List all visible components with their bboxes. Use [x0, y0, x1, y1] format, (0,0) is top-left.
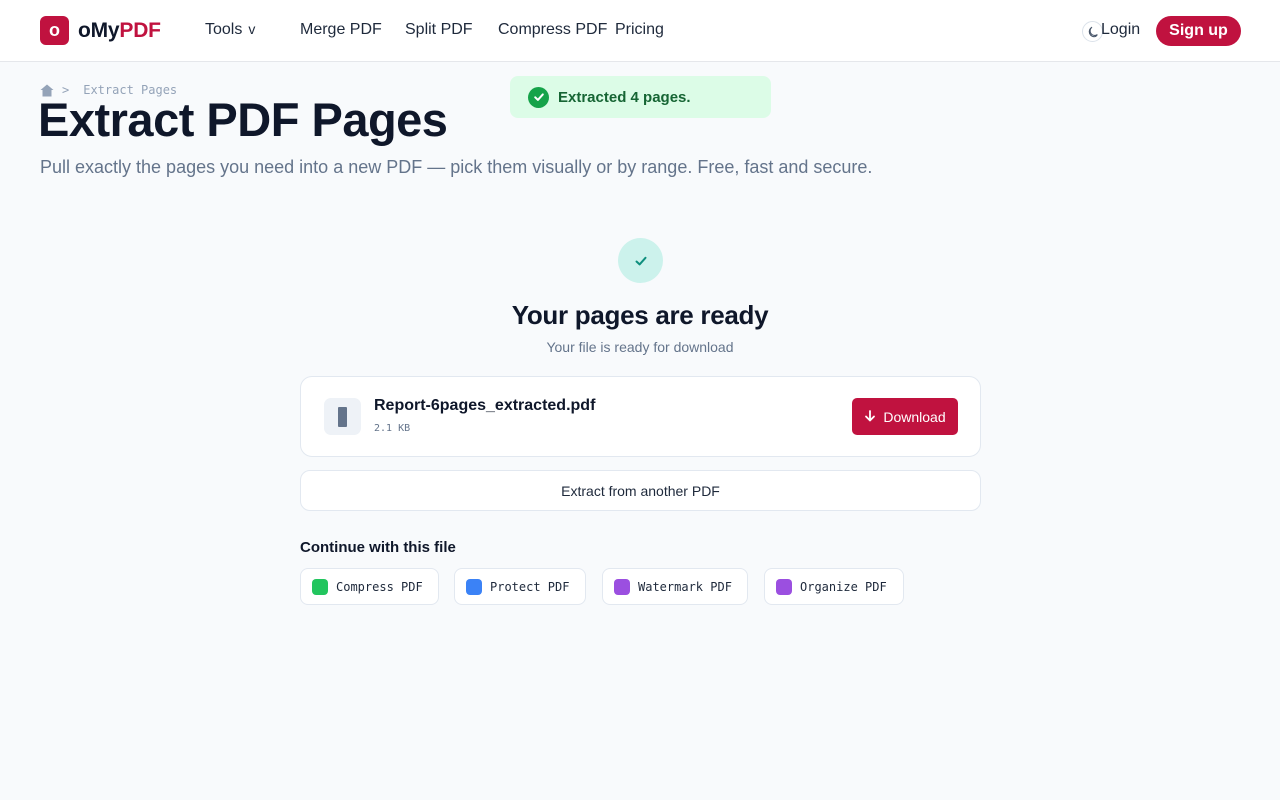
- theme-toggle-button[interactable]: [1082, 21, 1103, 42]
- logo-text: oMyPDF: [78, 19, 161, 43]
- continue-organize-pdf[interactable]: Organize PDF: [764, 568, 904, 605]
- file-size: 2.1 KB: [374, 423, 411, 434]
- file-name: Report-6pages_extracted.pdf: [374, 397, 596, 414]
- compress-tool-icon: [312, 578, 328, 595]
- nav-pricing[interactable]: Pricing: [615, 21, 664, 39]
- result-file-card: Report-6pages_extracted.pdf 2.1 KB Downl…: [300, 376, 981, 457]
- toast-message: Extracted 4 pages.: [558, 88, 691, 106]
- continue-compress-pdf[interactable]: Compress PDF: [300, 568, 439, 605]
- continue-watermark-pdf[interactable]: Watermark PDF: [602, 568, 748, 605]
- file-icon: [324, 398, 361, 435]
- continue-tool-label: Protect PDF: [490, 579, 570, 594]
- nav-split-pdf[interactable]: Split PDF: [405, 21, 473, 39]
- success-indicator: [618, 238, 663, 283]
- check-icon: [635, 256, 646, 265]
- page-subtitle: Pull exactly the pages you need into a n…: [40, 157, 873, 177]
- logo-link[interactable]: o oMyPDF: [40, 16, 161, 45]
- continue-heading: Continue with this file: [300, 539, 456, 556]
- continue-tool-label: Organize PDF: [800, 579, 887, 594]
- watermark-tool-icon: [614, 578, 630, 595]
- result-subtitle: Your file is ready for download: [546, 339, 734, 355]
- extract-another-button[interactable]: Extract from another PDF: [300, 470, 981, 511]
- page-title: Extract PDF Pages: [38, 93, 448, 146]
- top-navbar: o oMyPDF Tools v Merge PDF Split PDF Comp…: [0, 0, 1280, 62]
- download-button[interactable]: Download: [852, 398, 958, 435]
- logo-text-part1: oMy: [78, 18, 120, 42]
- nav-merge-pdf[interactable]: Merge PDF: [300, 21, 382, 39]
- continue-tool-label: Compress PDF: [336, 579, 423, 594]
- protect-tool-icon: [466, 578, 482, 595]
- organize-tool-icon: [776, 578, 792, 595]
- chevron-down-icon: v: [248, 21, 256, 37]
- download-icon: [865, 410, 876, 422]
- signup-button[interactable]: Sign up: [1156, 16, 1241, 46]
- continue-tool-label: Watermark PDF: [638, 579, 732, 594]
- login-link[interactable]: Login: [1101, 21, 1140, 39]
- logo-mark: o: [40, 16, 69, 45]
- continue-protect-pdf[interactable]: Protect PDF: [454, 568, 586, 605]
- logo-text-part2: PDF: [119, 18, 161, 42]
- download-button-label: Download: [883, 408, 946, 425]
- success-toast: Extracted 4 pages.: [510, 76, 771, 118]
- nav-tools-label: Tools: [205, 21, 243, 38]
- moon-icon: [1088, 26, 1098, 37]
- check-circle-icon: [528, 86, 549, 108]
- nav-compress-pdf[interactable]: Compress PDF: [498, 21, 607, 39]
- nav-tools-dropdown[interactable]: Tools v: [205, 21, 255, 39]
- result-title: Your pages are ready: [511, 300, 769, 330]
